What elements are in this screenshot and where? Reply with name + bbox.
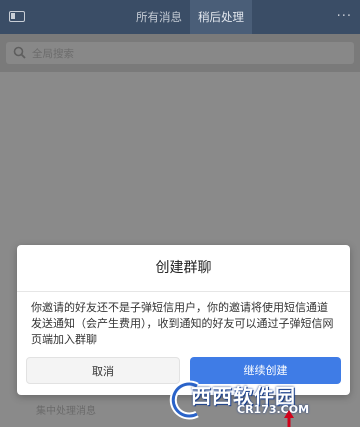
search-bar: 全局搜索 xyxy=(0,34,360,72)
tab-later[interactable]: 稍后处理 xyxy=(190,0,252,34)
watermark-domain: CR173.COM xyxy=(237,403,310,416)
tab-all-messages[interactable]: 所有消息 xyxy=(128,0,190,34)
search-placeholder: 全局搜索 xyxy=(32,47,74,60)
top-bar: 所有消息 稍后处理 ··· xyxy=(0,0,360,34)
dialog-title: 创建群聊 xyxy=(17,245,350,292)
sidebar-toggle-icon[interactable] xyxy=(9,11,25,22)
search-icon xyxy=(13,46,26,59)
background-hint-text: 集中处理消息 xyxy=(36,406,96,417)
more-icon[interactable]: ··· xyxy=(337,9,352,24)
search-input[interactable]: 全局搜索 xyxy=(6,42,354,64)
create-group-dialog: 创建群聊 你邀请的好友还不是子弹短信用户，你的邀请将使用短信通道发送通知（会产生… xyxy=(17,245,350,395)
cancel-button[interactable]: 取消 xyxy=(26,357,180,384)
message-tabs: 所有消息 稍后处理 xyxy=(128,0,252,34)
dialog-message: 你邀请的好友还不是子弹短信用户，你的邀请将使用短信通道发送通知（会产生费用），收… xyxy=(31,301,334,346)
cursor-arrow-icon xyxy=(284,410,294,427)
watermark-logo: 西西软件园 CR173.COM xyxy=(167,376,342,424)
